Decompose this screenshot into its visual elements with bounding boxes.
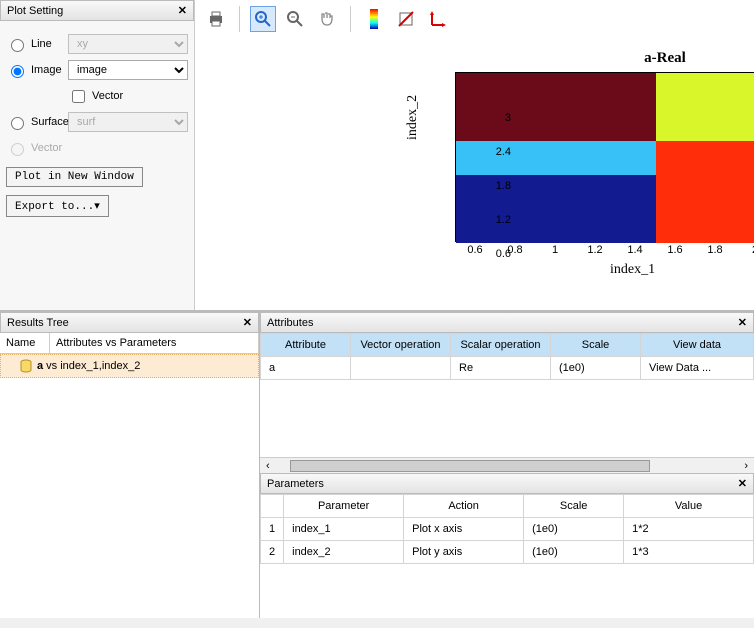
colorbar-icon[interactable] xyxy=(361,6,387,32)
image-select[interactable]: image xyxy=(68,60,188,80)
no-legend-icon[interactable] xyxy=(393,6,419,32)
vector-checkbox[interactable] xyxy=(72,90,85,103)
export-button[interactable]: Export to...▾ xyxy=(6,195,109,217)
database-icon xyxy=(19,359,33,373)
plot-toolbar xyxy=(195,0,754,38)
line-select[interactable]: xy xyxy=(68,34,188,54)
surface-select[interactable]: surf xyxy=(68,112,188,132)
attributes-title: Attributes xyxy=(267,317,313,329)
chart: a-Real 0.61.21.82.43 0.60.811.21.41.61.8… xyxy=(415,50,754,290)
table-row[interactable]: a Re (1e0) View Data ... xyxy=(261,357,754,380)
table-row[interactable]: 1 index_1 Plot x axis (1e0) 1*2 xyxy=(261,518,754,541)
plot-new-window-button[interactable]: Plot in New Window xyxy=(6,167,143,187)
results-title: Results Tree xyxy=(7,317,69,329)
results-tree-item[interactable]: a vs index_1,index_2 xyxy=(0,354,259,378)
close-icon[interactable]: ✕ xyxy=(738,477,747,490)
table-row[interactable]: 2 index_2 Plot y axis (1e0) 1*3 xyxy=(261,541,754,564)
plot-setting-panel: Plot Setting ✕ Line xy Image image Vecto… xyxy=(0,0,195,310)
vector-checkbox-label[interactable]: Vector xyxy=(68,87,130,106)
plot-setting-title-bar: Plot Setting ✕ xyxy=(0,0,194,21)
line-radio[interactable] xyxy=(11,39,24,52)
parameters-title: Parameters xyxy=(267,478,324,490)
parameters-title-bar: Parameters ✕ xyxy=(260,473,754,494)
attributes-table[interactable]: Attribute Vector operation Scalar operat… xyxy=(260,333,754,380)
close-icon[interactable]: ✕ xyxy=(178,4,187,17)
surface-radio-label[interactable]: Surface xyxy=(6,114,68,130)
image-radio[interactable] xyxy=(11,65,24,78)
attributes-title-bar: Attributes ✕ xyxy=(260,312,754,333)
y-axis-label: index_2 xyxy=(405,95,421,140)
zoom-out-icon[interactable] xyxy=(282,6,308,32)
print-icon[interactable] xyxy=(203,6,229,32)
image-radio-label[interactable]: Image xyxy=(6,62,68,78)
surface-radio[interactable] xyxy=(11,117,24,130)
x-axis-label: index_1 xyxy=(610,262,655,278)
zoom-in-icon[interactable] xyxy=(250,6,276,32)
close-icon[interactable]: ✕ xyxy=(243,316,252,329)
close-icon[interactable]: ✕ xyxy=(738,316,747,329)
results-tree-panel: Results Tree ✕ Name Attributes vs Parame… xyxy=(0,312,260,618)
parameters-table[interactable]: Parameter Action Scale Value 1 index_1 P… xyxy=(260,494,754,564)
pan-icon[interactable] xyxy=(314,6,340,32)
results-title-bar: Results Tree ✕ xyxy=(0,312,259,333)
axes-icon[interactable] xyxy=(425,6,451,32)
horizontal-scrollbar[interactable]: ‹› xyxy=(260,457,754,473)
plot-setting-title: Plot Setting xyxy=(7,5,63,17)
chart-title: a-Real xyxy=(415,50,754,67)
line-radio-label[interactable]: Line xyxy=(6,36,68,52)
results-columns: Name Attributes vs Parameters xyxy=(0,333,259,354)
plot-area: a-Real 0.61.21.82.43 0.60.811.21.41.61.8… xyxy=(195,0,754,310)
vector-radio xyxy=(11,143,24,156)
vector-radio-label: Vector xyxy=(6,140,68,156)
